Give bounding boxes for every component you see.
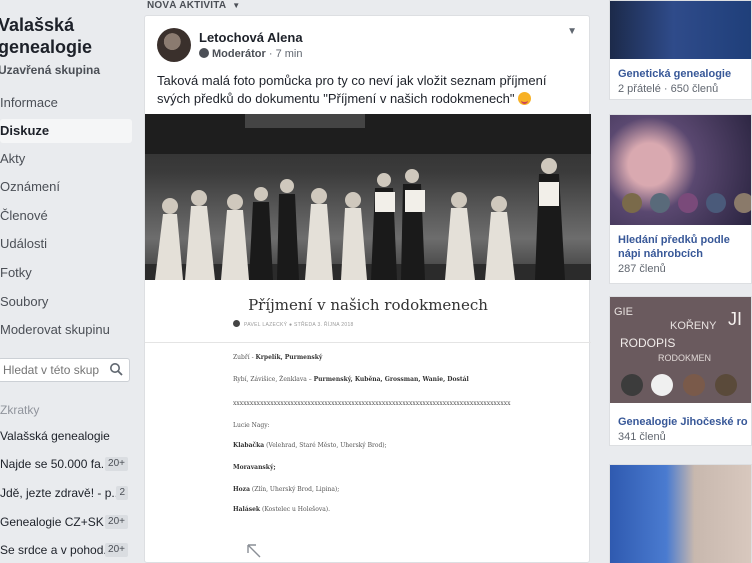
suggested-group-card[interactable] <box>609 464 752 563</box>
svg-text:RODOKMEN: RODOKMEN <box>658 353 711 363</box>
suggested-group-count: 2 přátelé · 650 členů <box>618 83 719 95</box>
suggested-group-title[interactable]: Genealogie Jihočeské ro <box>618 415 748 429</box>
shortcut-label: Najde se 50.000 fa... <box>0 457 111 471</box>
post-card: Letochová Alena Moderátor · 7 min ▼ Tako… <box>144 15 591 563</box>
nav-item-announcements[interactable]: Oznámení <box>0 175 132 199</box>
document-divider <box>145 342 591 343</box>
shortcut-badge: 20+ <box>105 457 128 471</box>
document-line: Hoza (Zlín, Uherský Brod, Lipina); <box>233 486 340 493</box>
svg-text:JI: JI <box>728 309 742 329</box>
document-line: Lucie Nagy: <box>233 422 270 429</box>
mouse-cursor-icon <box>247 544 261 558</box>
post-photo[interactable] <box>145 114 591 280</box>
feed-sort-label: NOVÁ AKTIVITA <box>147 0 227 11</box>
shortcut-label: Jdě, jezte zdravě! - p... <box>0 486 122 500</box>
shortcuts-title: Zkratky <box>0 403 40 417</box>
member-avatars <box>622 193 752 213</box>
caret-down-icon: ▼ <box>232 1 241 10</box>
suggested-group-title[interactable]: Hledání předků podle nápi náhrobcích <box>618 233 752 261</box>
shortcut-item[interactable]: Se srdce a v pohod... 20+ <box>0 540 132 560</box>
nav-item-moderate-group[interactable]: Moderovat skupinu <box>0 318 132 342</box>
suggested-group-card[interactable]: Hledání předků podle nápi náhrobcích 287… <box>609 114 752 284</box>
author-avatar[interactable] <box>157 28 191 62</box>
feed-sort-dropdown[interactable]: NOVÁ AKTIVITA ▼ <box>147 0 240 11</box>
search-icon[interactable] <box>109 362 123 376</box>
svg-text:GIE: GIE <box>614 306 633 318</box>
group-sidebar: Valašská genealogie Uzavřená skupina Inf… <box>0 0 140 563</box>
nav-item-photos[interactable]: Fotky <box>0 261 132 285</box>
shortcut-item[interactable]: Valašská genealogie <box>0 426 132 446</box>
post-author[interactable]: Letochová Alena <box>199 30 303 45</box>
group-name[interactable]: Valašská genealogie <box>0 14 138 58</box>
document-author-text: PAVEL LAZECKÝ ● STŘEDA 3. ŘÍJNA 2018 <box>244 322 354 328</box>
document-author-line: PAVEL LAZECKÝ ● STŘEDA 3. ŘÍJNA 2018 <box>233 320 354 328</box>
shortcut-item[interactable]: Genealogie CZ+SK 20+ <box>0 512 132 532</box>
group-search-input[interactable] <box>0 359 99 381</box>
group-cover-image[interactable] <box>610 465 751 563</box>
shortcut-label: Se srdce a v pohod... <box>0 543 114 557</box>
moderator-badge-icon <box>199 48 209 58</box>
nav-item-members[interactable]: Členové <box>0 204 132 228</box>
document-line: Zubří - Krpelík, Purmenský <box>233 354 323 361</box>
document-line: Rybí, Závišice, Ženklava – Purmenský, Ku… <box>233 376 469 383</box>
post-meta: Moderátor · 7 min <box>199 48 302 60</box>
nav-item-info[interactable]: Informace <box>0 91 132 115</box>
group-cover-image[interactable] <box>610 1 751 59</box>
document-line: Halásek (Kostelec u Holešova). <box>233 506 331 513</box>
shortcut-item[interactable]: Najde se 50.000 fa... 20+ <box>0 454 132 474</box>
nav-item-discussion[interactable]: Diskuze <box>0 119 132 143</box>
shortcut-label: Genealogie CZ+SK <box>0 515 104 529</box>
post-text-body: Taková malá foto pomůcka pro ty co neví … <box>157 73 547 106</box>
folk-group-photo <box>145 114 591 280</box>
suggested-group-card[interactable]: GIE KOŘENY RODOPIS RODOKMEN JI Genealogi… <box>609 296 752 446</box>
group-search-box[interactable] <box>0 358 130 382</box>
shortcut-item[interactable]: Jdě, jezte zdravě! - p... 2 <box>0 483 132 503</box>
smiley-emoji-icon <box>518 92 532 105</box>
suggested-group-title[interactable]: Genetická genealogie <box>618 67 731 81</box>
shortcut-badge: 2 <box>116 486 128 500</box>
document-title[interactable]: Příjmení v našich rodokmenech <box>145 296 591 314</box>
nav-item-files[interactable]: Soubory <box>0 290 132 314</box>
nav-item-records[interactable]: Akty <box>0 147 132 171</box>
author-role: Moderátor <box>212 48 266 60</box>
group-type: Uzavřená skupina <box>0 63 101 77</box>
document-line: Klabačka (Velehrad, Staré Město, Uherský… <box>233 442 387 449</box>
author-avatar-dot <box>233 320 240 327</box>
shortcut-badge: 20+ <box>105 543 128 557</box>
post-time[interactable]: 7 min <box>276 48 303 60</box>
nav-item-events[interactable]: Události <box>0 232 132 256</box>
group-cover-image[interactable]: GIE KOŘENY RODOPIS RODOKMEN JI <box>610 297 751 403</box>
shortcut-badge: 20+ <box>105 515 128 529</box>
svg-text:RODOPIS: RODOPIS <box>620 336 675 350</box>
shortcut-label: Valašská genealogie <box>0 429 110 443</box>
genealogy-word-cloud: GIE KOŘENY RODOPIS RODOKMEN JI <box>614 306 742 396</box>
svg-text:KOŘENY: KOŘENY <box>670 319 717 332</box>
group-cover-image[interactable] <box>610 115 752 225</box>
document-line: xxxxxxxxxxxxxxxxxxxxxxxxxxxxxxxxxxxxxxxx… <box>233 400 511 407</box>
suggested-group-count: 287 členů <box>618 263 666 275</box>
post-options-chevron-icon[interactable]: ▼ <box>567 26 577 37</box>
document-line: Moravanský; <box>233 464 276 471</box>
post-text: Taková malá foto pomůcka pro ty co neví … <box>157 72 577 108</box>
suggested-group-count: 341 členů <box>618 431 666 443</box>
suggested-group-card[interactable]: Genetická genealogie 2 přátelé · 650 čle… <box>609 0 752 100</box>
